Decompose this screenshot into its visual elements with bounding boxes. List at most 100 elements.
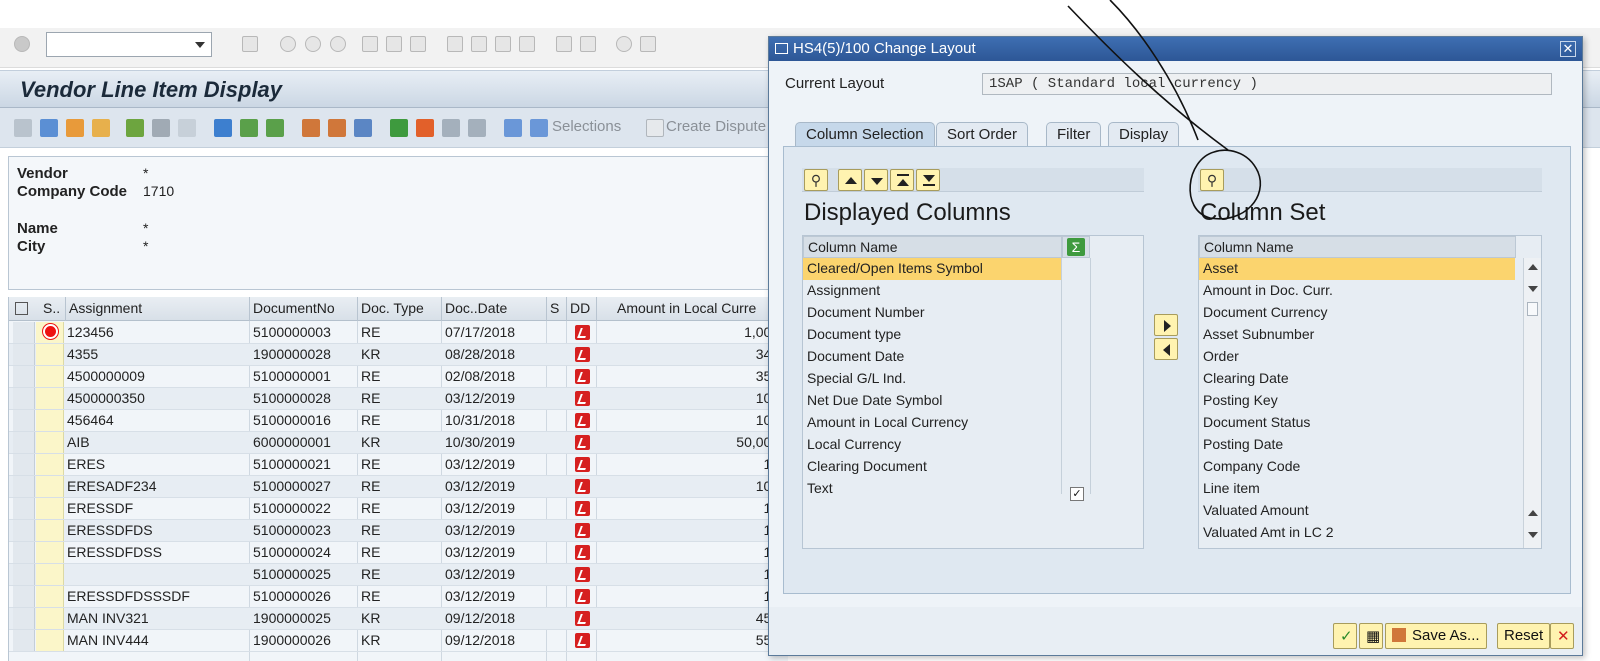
list-item[interactable]: Company Code	[1199, 456, 1515, 478]
row-selector[interactable]	[13, 564, 35, 585]
table-row[interactable]: 4355 1900000028 KR 08/28/2018 345.	[9, 344, 788, 366]
scroll-down-icon[interactable]	[1528, 286, 1538, 292]
list-item[interactable]: Amount in Doc. Curr.	[1199, 280, 1515, 302]
shortcut-icon[interactable]	[580, 36, 596, 52]
list-item[interactable]: Assignment	[803, 280, 1061, 302]
previous-page-icon[interactable]	[471, 36, 487, 52]
confirm-icon[interactable]: ✓	[1333, 623, 1357, 649]
column-header-assignment[interactable]: Assignment	[69, 300, 142, 316]
selections-button[interactable]: Selections	[552, 118, 621, 135]
table-row[interactable]: ERESSDF 5100000022 RE 03/12/2019 10.	[9, 498, 788, 520]
reset-button[interactable]: Reset	[1497, 623, 1551, 649]
table-row[interactable]: 123456 5100000003 RE 07/17/2018 1,000.	[9, 322, 788, 344]
create-dispute-button[interactable]: Create Dispute	[666, 118, 766, 135]
list-item[interactable]: Asset Subnumber	[1199, 324, 1515, 346]
list-item[interactable]: Document Number	[803, 302, 1061, 324]
table-row[interactable]: ERESADF234 5100000027 RE 03/12/2019 100.	[9, 476, 788, 498]
grid-settings-icon[interactable]	[15, 302, 28, 315]
create-dispute-icon[interactable]	[646, 119, 664, 137]
row-selector[interactable]	[13, 498, 35, 519]
pencil-icon[interactable]	[40, 119, 58, 137]
row-selector[interactable]	[13, 542, 35, 563]
cancel-icon[interactable]	[330, 36, 346, 52]
list-item[interactable]: Valuated Amount	[1199, 500, 1515, 522]
row-selector[interactable]	[13, 344, 35, 365]
list-item[interactable]: Order	[1199, 346, 1515, 368]
table-row[interactable]: 4500000350 5100000028 RE 03/12/2019 100.	[9, 388, 788, 410]
table-row[interactable]: ERESSDFDSSSDF 5100000026 RE 03/12/2019 10.	[9, 586, 788, 608]
table-row[interactable]: 5100000025 RE 03/12/2019 10.	[9, 564, 788, 586]
enter-icon[interactable]	[14, 36, 30, 52]
list-item[interactable]: Document Status	[1199, 412, 1515, 434]
list-item[interactable]: Document Currency	[1199, 302, 1515, 324]
change-icon[interactable]	[66, 119, 84, 137]
table-row[interactable]: MAN INV444 1900000026 KR 09/12/2018 550.	[9, 630, 788, 652]
close-icon[interactable]: ✕	[1560, 41, 1576, 57]
scroll-page-down-icon[interactable]	[1528, 532, 1538, 538]
list-item[interactable]: Posting Date	[1199, 434, 1515, 456]
list-item[interactable]: Document type	[803, 324, 1061, 346]
column-header-special[interactable]: S	[550, 300, 559, 316]
row-selector[interactable]	[13, 388, 35, 409]
list-item[interactable]: Document Date	[803, 346, 1061, 368]
new-session-icon[interactable]	[556, 36, 572, 52]
tab-sort-order[interactable]: Sort Order	[936, 122, 1029, 146]
print-icon[interactable]	[362, 36, 378, 52]
row-selector[interactable]	[13, 476, 35, 497]
row-selector[interactable]	[13, 520, 35, 541]
table-row[interactable]: MAN INV321 1900000025 KR 09/12/2018 450.	[9, 608, 788, 630]
info-icon[interactable]	[504, 119, 522, 137]
find-icon[interactable]	[386, 36, 402, 52]
save-as-button[interactable]: Save As...	[1385, 623, 1487, 649]
chevron-down-icon[interactable]	[195, 42, 205, 48]
select-all-icon[interactable]	[126, 119, 144, 137]
move-down-button[interactable]	[864, 169, 888, 191]
table-row[interactable]: AIB 6000000001 KR 10/30/2019 50,000.	[9, 432, 788, 454]
exit-icon[interactable]	[305, 36, 321, 52]
column-header-doc-date[interactable]: Doc..Date	[445, 300, 507, 316]
save-icon[interactable]	[242, 36, 258, 52]
move-right-button[interactable]	[1154, 314, 1178, 336]
move-left-button[interactable]	[1154, 338, 1178, 360]
find-next-icon[interactable]	[410, 36, 426, 52]
list-item[interactable]: Posting Key	[1199, 390, 1515, 412]
row-selector[interactable]	[13, 630, 35, 651]
column-header-document-no[interactable]: DocumentNo	[253, 300, 335, 316]
binoculars-icon[interactable]: ⚲	[804, 169, 828, 191]
subtotal-icon[interactable]	[416, 119, 434, 137]
column-header-dd[interactable]: DD	[570, 300, 590, 316]
list-item[interactable]: Clearing Document	[803, 456, 1061, 478]
row-selector[interactable]	[13, 454, 35, 475]
next-page-icon[interactable]	[495, 36, 511, 52]
deselect-all-icon[interactable]	[152, 119, 170, 137]
apply-layout-icon[interactable]: ▦	[1359, 623, 1383, 649]
list-item[interactable]: Cleared/Open Items Symbol	[803, 258, 1061, 280]
back-icon[interactable]	[280, 36, 296, 52]
sort-descending-icon[interactable]	[266, 119, 284, 137]
table-row[interactable]: ERES 5100000021 RE 03/12/2019 10.	[9, 454, 788, 476]
cancel-icon[interactable]: ✕	[1550, 623, 1574, 649]
column-set-scrollbar[interactable]	[1523, 258, 1541, 548]
table-row[interactable]: ERESSDFDSS 5100000024 RE 03/12/2019 10.	[9, 542, 788, 564]
list-item[interactable]: Special G/L Ind.	[803, 368, 1061, 390]
command-field[interactable]	[46, 32, 212, 57]
row-selector[interactable]	[13, 366, 35, 387]
table-row[interactable]: 456464 5100000016 RE 10/31/2018 100.	[9, 410, 788, 432]
row-selector[interactable]	[13, 586, 35, 607]
layout-menu-icon[interactable]	[640, 36, 656, 52]
first-page-icon[interactable]	[447, 36, 463, 52]
move-up-button[interactable]	[838, 169, 862, 191]
list-item[interactable]: Line item	[1199, 478, 1515, 500]
list-item[interactable]: Valuated Amt in LC 2	[1199, 522, 1515, 544]
current-layout-field[interactable]: 1SAP ( Standard local currency )	[982, 73, 1552, 95]
table-row[interactable]: ERESSDFDS 5100000023 RE 03/12/2019 10.	[9, 520, 788, 542]
list-item[interactable]: Text	[803, 478, 1061, 500]
help-icon[interactable]	[616, 36, 632, 52]
tab-display[interactable]: Display	[1108, 122, 1180, 146]
scroll-page-up-icon[interactable]	[1528, 510, 1538, 516]
row-selector[interactable]	[13, 322, 35, 343]
save-layout-icon[interactable]	[354, 119, 372, 137]
tab-filter[interactable]: Filter	[1046, 122, 1102, 146]
last-page-icon[interactable]	[519, 36, 535, 52]
filter-icon[interactable]	[214, 119, 232, 137]
